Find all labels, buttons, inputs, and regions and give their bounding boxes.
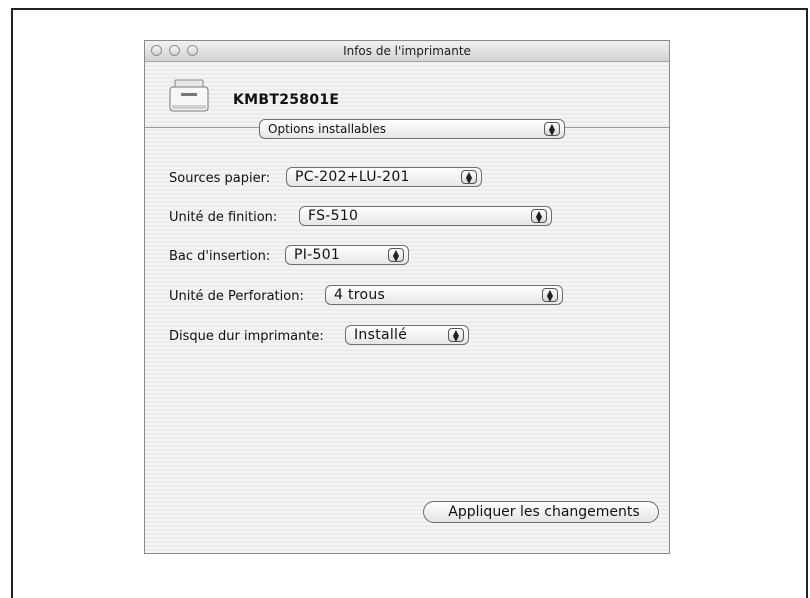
popup-arrows-icon: ▲ ▼ (388, 248, 404, 263)
finisher-popup[interactable]: FS-510 ▲ ▼ (299, 206, 552, 226)
popup-arrows-icon: ▲ ▼ (531, 209, 547, 224)
insertion-tray-value: PI-501 (294, 247, 341, 263)
popup-arrows-icon: ▲ ▼ (542, 288, 558, 303)
paper-sources-value: PC-202+LU-201 (295, 169, 410, 185)
option-pane-value: Options installables (268, 122, 386, 136)
finisher-value: FS-510 (308, 208, 359, 224)
printer-info-window: Infos de l'imprimante KMBT25801E Options… (144, 40, 670, 554)
punch-unit-label: Unité de Perforation: (169, 289, 304, 304)
apply-changes-button[interactable]: Appliquer les changements (423, 501, 659, 523)
popup-arrows-icon: ▲ ▼ (544, 122, 560, 137)
window-title: Infos de l'imprimante (343, 44, 471, 58)
insertion-tray-label: Bac d'insertion: (169, 249, 271, 264)
punch-unit-value: 4 trous (334, 287, 386, 303)
punch-unit-popup[interactable]: 4 trous ▲ ▼ (325, 285, 563, 305)
popup-arrows-icon: ▲ ▼ (461, 170, 477, 185)
hard-disk-value: Installé (354, 327, 408, 343)
hard-disk-label: Disque dur imprimante: (169, 329, 324, 344)
finisher-label: Unité de finition: (169, 210, 278, 225)
insertion-tray-popup[interactable]: PI-501 ▲ ▼ (285, 245, 409, 265)
paper-sources-popup[interactable]: PC-202+LU-201 ▲ ▼ (286, 167, 482, 187)
paper-sources-label: Sources papier: (169, 171, 271, 186)
option-pane-popup[interactable]: Options installables ▲ ▼ (259, 119, 565, 139)
title-bar[interactable]: Infos de l'imprimante (145, 41, 669, 62)
printer-name: KMBT25801E (233, 92, 340, 108)
hard-disk-popup[interactable]: Installé ▲ ▼ (345, 325, 469, 345)
printer-icon (169, 79, 209, 112)
popup-arrows-icon: ▲ ▼ (448, 328, 464, 343)
